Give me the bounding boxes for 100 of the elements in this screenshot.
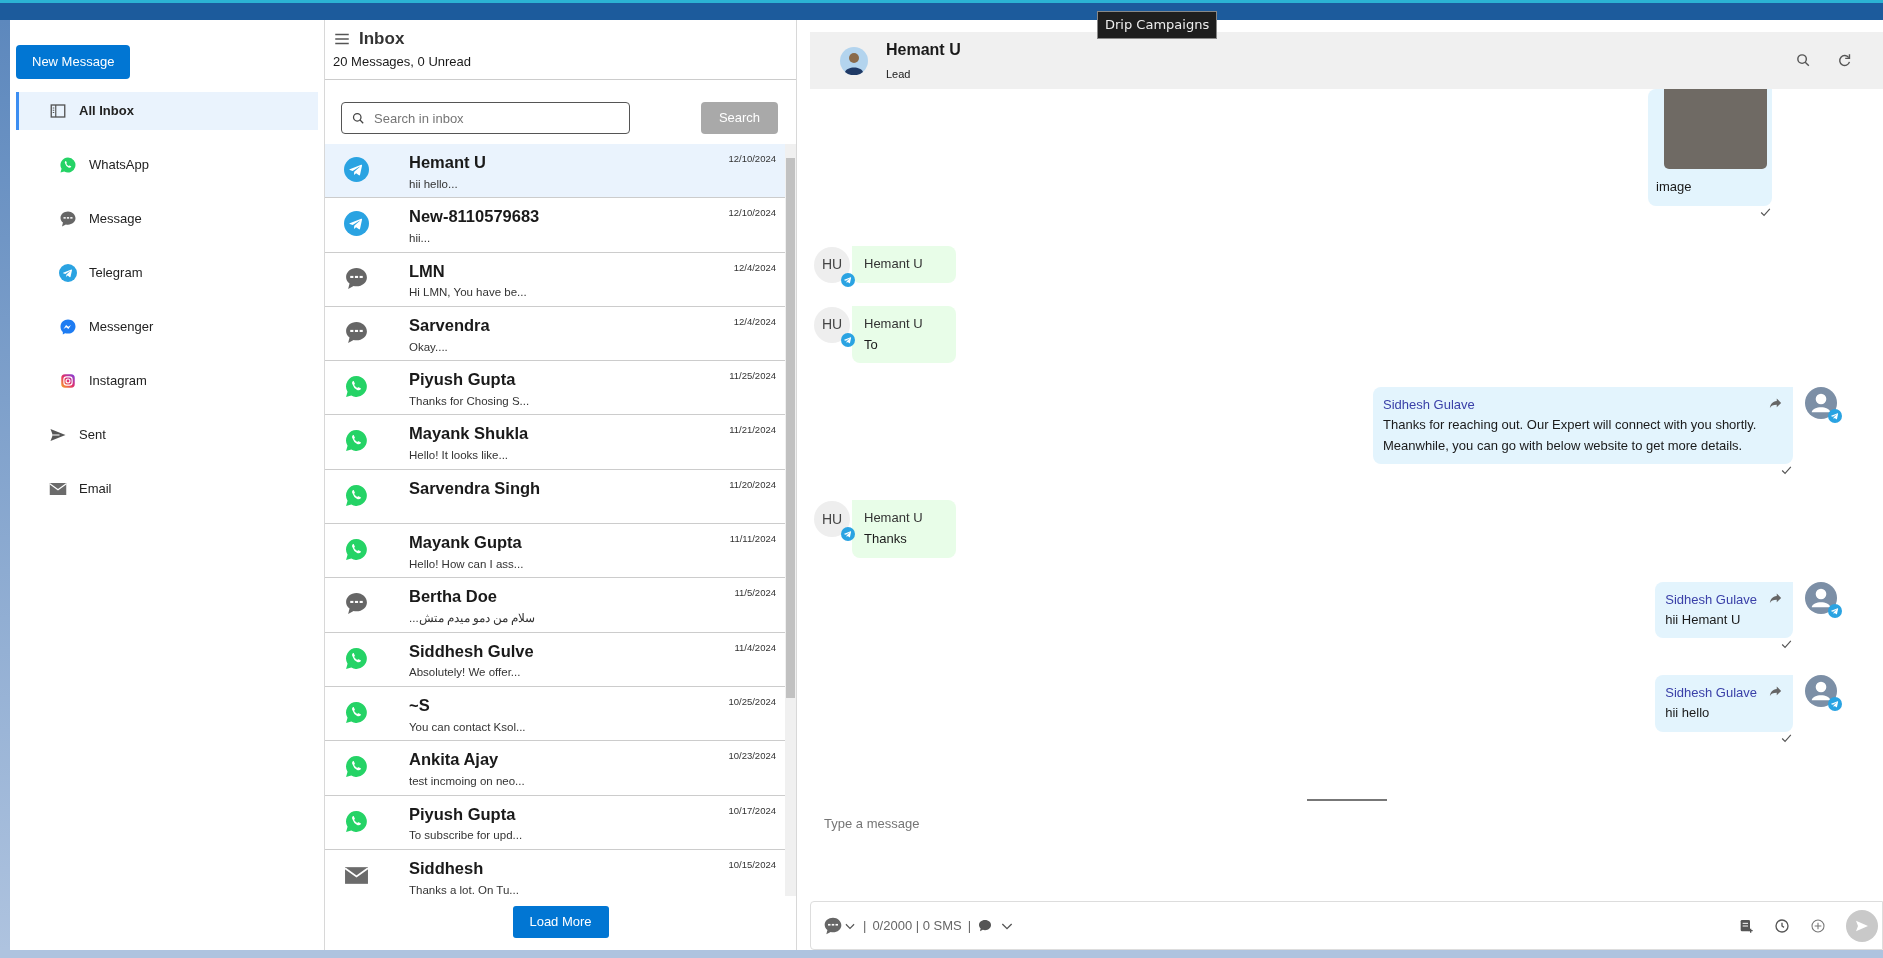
contact-name: LMN xyxy=(409,261,446,282)
message-preview: Thanks a lot. On Tu... xyxy=(409,882,520,896)
avatar-initials: HU xyxy=(821,255,843,275)
user-avatar-icon xyxy=(1805,582,1837,615)
contact-name: ~S xyxy=(409,695,431,716)
sender-name: Hemant U xyxy=(864,509,924,528)
contact-name: Siddhesh xyxy=(409,858,485,879)
message-preview: Okay.... xyxy=(409,339,449,355)
sidebar-item[interactable]: Instagram xyxy=(16,361,318,400)
load-more-button[interactable]: Load More xyxy=(512,906,609,938)
sender-name: Sidhesh Gulave xyxy=(1665,591,1757,610)
message-date: 11/5/2024 xyxy=(734,586,776,601)
telegram-icon xyxy=(1828,409,1842,424)
sidebar-item[interactable]: Email xyxy=(16,469,318,508)
channel-dropdown[interactable] xyxy=(823,915,857,936)
chat-bubble-icon xyxy=(977,917,994,934)
message-date: 12/4/2024 xyxy=(733,314,776,329)
message-preview: Hello! How can I ass... xyxy=(409,556,525,572)
clock-icon xyxy=(1774,917,1790,934)
search-button[interactable] xyxy=(1795,52,1812,69)
contact-role: Lead xyxy=(886,67,912,83)
telegram-icon xyxy=(344,211,369,237)
user-avatar-icon xyxy=(1805,675,1837,708)
character-counter: 0/2000 | 0 SMS xyxy=(872,916,962,935)
message-date: 10/17/2024 xyxy=(728,803,776,818)
telegram-icon xyxy=(1828,604,1842,619)
sidebar-item[interactable]: Telegram xyxy=(16,253,318,292)
telegram-icon xyxy=(1828,697,1842,712)
note-icon xyxy=(1738,917,1754,934)
message-date: 10/23/2024 xyxy=(728,749,776,764)
sender-name: Hemant U xyxy=(864,314,924,333)
whatsapp-icon xyxy=(344,754,369,780)
message-preview: Absolutely! We offer... xyxy=(409,665,522,681)
sender-name: Hemant U xyxy=(864,254,924,273)
message-text: Thanks xyxy=(864,530,908,549)
sidebar-item[interactable]: Messenger xyxy=(16,307,318,346)
message-preview: Thanks for Chosing S... xyxy=(409,394,531,409)
message-date: 11/20/2024 xyxy=(729,477,776,492)
sidebar-item[interactable]: WhatsApp xyxy=(16,145,318,184)
message-text: Thanks for reaching out. Our Expert will connect with you shortly. Meanwhile, you can go with below website to get more details. xyxy=(1383,415,1757,455)
sidebar-item[interactable]: All Inbox xyxy=(16,91,318,130)
message-date: 12/10/2024 xyxy=(728,152,776,166)
telegram-icon xyxy=(59,263,77,282)
whatsapp-icon xyxy=(59,155,77,174)
message-date: 11/4/2024 xyxy=(734,640,776,655)
tooltip: Drip Campaigns xyxy=(1097,11,1218,39)
telegram-icon xyxy=(841,332,855,347)
avatar-icon xyxy=(840,46,868,75)
whatsapp-icon xyxy=(344,645,369,671)
message-text: To xyxy=(864,335,879,354)
message-summary: 20 Messages, 0 Unread xyxy=(333,52,473,71)
conversation-row[interactable]: Hemant U hii hello... 12/10/2024 xyxy=(325,144,785,199)
whatsapp-icon xyxy=(344,808,369,834)
message-date: 11/25/2024 xyxy=(729,369,776,384)
speech-bubble-icon xyxy=(344,591,369,617)
refresh-button[interactable] xyxy=(1836,52,1853,69)
contact-name: Hemant U xyxy=(409,153,487,173)
message-date: 10/15/2024 xyxy=(728,857,776,872)
message-preview: To subscribe for upd... xyxy=(409,828,524,844)
new-message-button[interactable]: New Message xyxy=(16,45,131,79)
refresh-icon xyxy=(1836,52,1853,69)
sidebar-item[interactable]: Message xyxy=(16,199,318,238)
user-avatar-icon xyxy=(1805,387,1837,420)
inbox-title: Inbox xyxy=(359,28,405,50)
add-button[interactable] xyxy=(1810,917,1826,934)
separator: | xyxy=(863,916,867,935)
separator: | xyxy=(967,916,972,935)
contact-name: Piyush Gupta xyxy=(409,804,517,825)
scrollbar[interactable] xyxy=(785,144,796,896)
note-button[interactable] xyxy=(1738,917,1754,934)
message-preview: Hello! It looks like... xyxy=(409,448,510,464)
contact-name: Sarvendra xyxy=(409,315,491,336)
message-preview: hii... xyxy=(409,231,432,247)
clock-button[interactable] xyxy=(1774,917,1790,934)
contact-name: Sarvendra Singh xyxy=(409,478,542,499)
sender-name: Sidhesh Gulave xyxy=(1383,396,1476,415)
contact-name: Mayank Shukla xyxy=(409,424,530,445)
avatar-initials: HU xyxy=(821,315,843,335)
whatsapp-icon xyxy=(344,374,369,400)
contact-name: Piyush Gupta xyxy=(409,370,517,390)
message-text: hii Hemant U xyxy=(1665,610,1742,629)
message-preview: test incmoing on neo... xyxy=(409,774,526,790)
contact-name: Mayank Gupta xyxy=(409,533,523,553)
message-preview: hii hello... xyxy=(409,176,459,192)
sender-name: Sidhesh Gulave xyxy=(1665,684,1757,703)
sidebar-item[interactable]: Sent xyxy=(16,415,318,454)
message-date: 10/25/2024 xyxy=(728,694,776,709)
panel-icon xyxy=(49,101,67,120)
contact-name: Siddhesh Gulve xyxy=(409,641,535,662)
message-preview: سلام من دمو میدم متش... xyxy=(409,611,537,627)
message-text: hii hello xyxy=(1665,703,1711,722)
whatsapp-icon xyxy=(344,699,369,725)
speech-bubble-icon xyxy=(344,319,369,345)
whatsapp-icon xyxy=(344,537,369,563)
telegram-icon xyxy=(841,527,855,542)
message-date: 12/10/2024 xyxy=(728,206,776,221)
message-date: 12/4/2024 xyxy=(733,260,776,275)
speech-bubble-icon xyxy=(59,209,77,228)
message-preview: You can contact Ksol... xyxy=(409,719,527,735)
contact-name: Ankita Ajay xyxy=(409,750,500,771)
